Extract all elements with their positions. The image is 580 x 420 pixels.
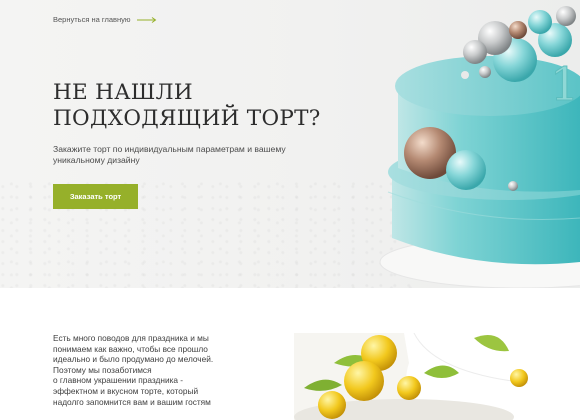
page-title-line-2: подходящий торт?	[53, 106, 321, 131]
story-line: идеально и было продумано до мелочей.	[53, 354, 214, 365]
back-to-home-link[interactable]: Вернуться на главную	[53, 15, 157, 24]
arrow-right-icon	[136, 16, 156, 23]
lemon-cake-photo	[294, 333, 528, 420]
cake-topper-digit: 1	[550, 57, 579, 111]
story-line: эффектном и вкусном торте, который	[53, 385, 199, 396]
story-line: Есть много поводов для праздника и мы	[53, 333, 209, 343]
hero-subtitle: Закажите торт по индивидуальным параметр…	[53, 144, 286, 165]
story-line: о главном украшении праздника -	[53, 375, 184, 386]
back-link-label: Вернуться на главную	[53, 15, 131, 24]
order-cake-button[interactable]: Заказать торт	[53, 184, 138, 209]
story-line: Поэтому мы позаботимся	[53, 364, 152, 375]
story-text: Есть много поводов для праздника и мы по…	[53, 333, 263, 407]
page-title: Не нашли подходящий торт?	[53, 80, 383, 132]
hero-section: Вернуться на главную Не нашли подходящий…	[0, 0, 580, 288]
cake-image: 1	[379, 6, 580, 288]
story-line: понимаем как важно, чтобы все прошло	[53, 343, 208, 354]
story-line: надолго запомнится вам и вашим гостям	[53, 396, 211, 407]
page-title-line-1: Не нашли	[53, 80, 193, 105]
